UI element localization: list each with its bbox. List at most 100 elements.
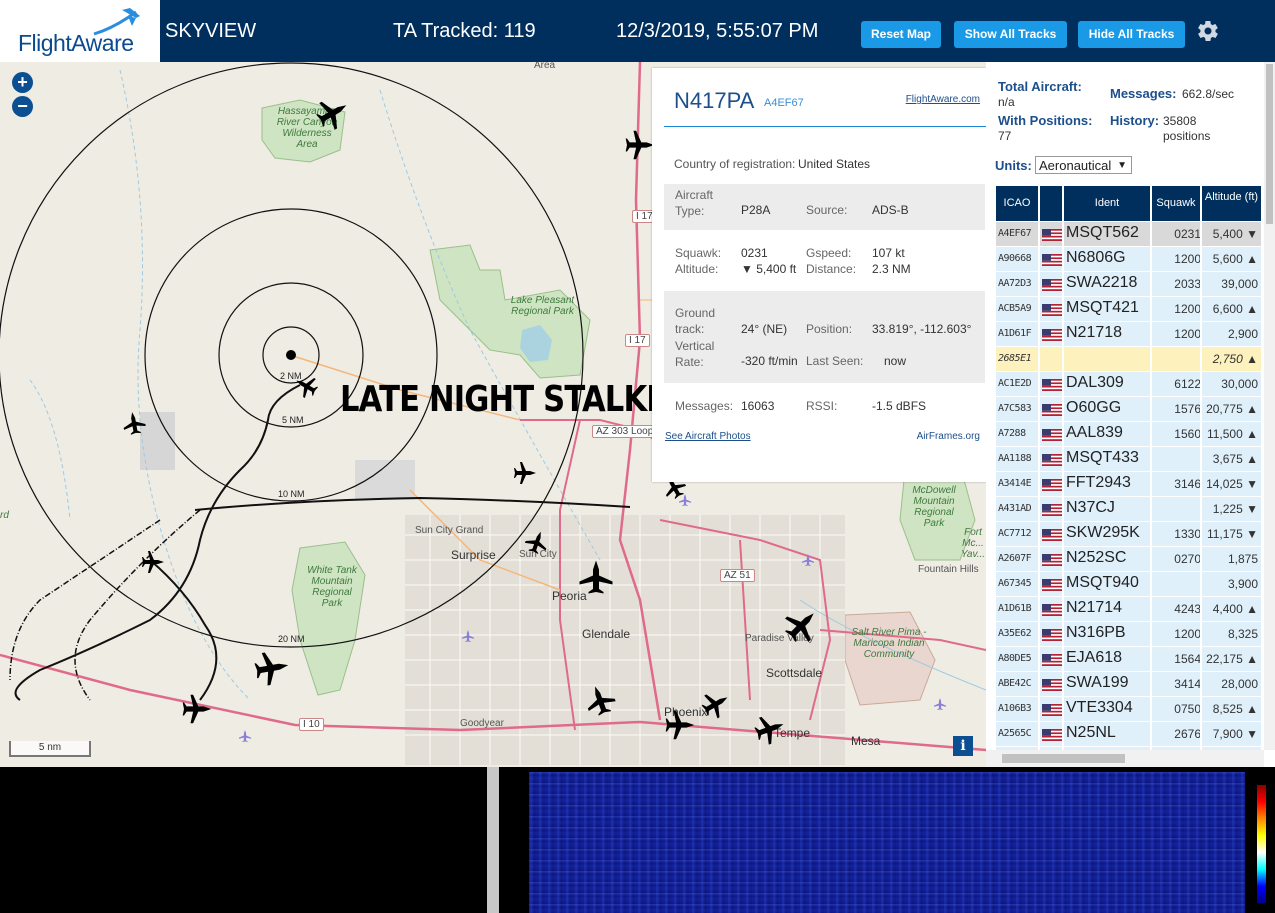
units-label: Units: (995, 158, 1032, 173)
table-row[interactable]: A1D61F N21718 1200 2,900 (996, 322, 1261, 347)
type-band: Aircraft Type: P28A Source: ADS-B (664, 184, 985, 230)
gear-icon[interactable] (1196, 19, 1220, 43)
row-altitude: 11,500 ▲ (1206, 427, 1258, 441)
reset-map-button[interactable]: Reset Map (861, 21, 941, 48)
row-icao: 2685E1 (998, 353, 1032, 364)
row-ident: FFT2943 (1066, 474, 1131, 491)
info-icon[interactable]: i (953, 736, 973, 756)
row-ident: SWA199 (1066, 674, 1129, 691)
row-divider (1038, 297, 1040, 321)
messages-value: 16063 (741, 399, 775, 413)
row-altitude: 2,750 ▲ (1212, 352, 1258, 366)
table-row[interactable]: ACB5A9 MSQT421 1200 6,600 ▲ (996, 297, 1261, 322)
row-divider (1150, 647, 1152, 671)
scroll-thumb[interactable] (1266, 64, 1273, 224)
show-all-tracks-button[interactable]: Show All Tracks (954, 21, 1067, 48)
table-row[interactable]: AC7712 SKW295K 1330 11,175 ▼ (996, 522, 1261, 547)
row-icao: A80DE5 (998, 653, 1032, 664)
map-label-paradise-valley: Paradise Valley (745, 633, 814, 644)
row-divider (1150, 397, 1152, 421)
table-row[interactable]: A67345 MSQT940 3,900 (996, 572, 1261, 597)
table-row[interactable]: ABE42C SWA199 3414 28,000 (996, 672, 1261, 697)
zoom-out-button[interactable]: − (12, 96, 33, 117)
row-divider (1150, 522, 1152, 546)
table-row[interactable]: 2685E1 2,750 ▲ (996, 347, 1261, 372)
map-label-rd: rd (0, 510, 9, 521)
panel-vertical-scrollbar[interactable] (1264, 62, 1275, 750)
row-divider (1062, 622, 1064, 646)
scale-bar: 5 nm (9, 741, 91, 757)
row-divider (1150, 547, 1152, 571)
us-flag-icon (1042, 678, 1062, 691)
ta-tracked-count: TA Tracked: 119 (393, 20, 536, 42)
row-ident: MSQT940 (1066, 574, 1139, 591)
units-select[interactable]: Aeronautical ▼ (1035, 156, 1132, 174)
table-row[interactable]: AC1E2D DAL309 6122 30,000 (996, 372, 1261, 397)
row-icao: AC7712 (998, 528, 1032, 539)
popup-callsign: N417PA (674, 88, 755, 113)
row-squawk: 6122 (1174, 377, 1201, 391)
gspeed-value: 107 kt (872, 246, 905, 260)
us-flag-icon (1042, 453, 1062, 466)
table-row[interactable]: A4EF67 MSQT562 0231 5,400 ▼ (996, 222, 1261, 247)
table-row[interactable]: A431AD N37CJ 1,225 ▼ (996, 497, 1261, 522)
scroll-thumb[interactable] (1002, 754, 1125, 763)
with-positions-value: 77 (998, 129, 1012, 143)
us-flag-icon (1042, 403, 1062, 416)
map-label-fort-mcdowell: Fort Mc... Yav... (960, 527, 986, 560)
row-ident: O60GG (1066, 399, 1122, 416)
row-icao: A4EF67 (998, 228, 1032, 239)
row-divider (1062, 247, 1064, 271)
table-row[interactable]: AA1188 MSQT433 3,675 ▲ (996, 447, 1261, 472)
table-row[interactable]: A90668 N6806G 1200 5,600 ▲ (996, 247, 1261, 272)
row-squawk: 1200 (1174, 627, 1201, 641)
col-altitude[interactable]: Altitude (ft) (1202, 186, 1261, 221)
row-divider (1038, 347, 1040, 371)
table-row[interactable]: A106B3 VTE3304 0750 8,525 ▲ (996, 697, 1261, 722)
row-divider (1038, 722, 1040, 746)
row-ident: AAL839 (1066, 424, 1123, 441)
us-flag-icon (1042, 478, 1062, 491)
row-icao: AA1188 (998, 453, 1032, 464)
row-icao: AC1E2D (998, 378, 1032, 389)
col-icao[interactable]: ICAO (996, 186, 1038, 221)
table-row[interactable]: A80DE5 EJA618 1564 22,175 ▲ (996, 647, 1261, 672)
panel-horizontal-scrollbar[interactable] (986, 750, 1264, 767)
airframes-link[interactable]: AirFrames.org (917, 431, 980, 442)
row-ident: N21714 (1066, 599, 1123, 616)
us-flag-icon (1042, 428, 1062, 441)
flightaware-logo[interactable]: FlightAware (0, 0, 160, 62)
table-row[interactable]: A7C583 O60GG 1576 20,775 ▲ (996, 397, 1261, 422)
table-row[interactable]: A7288 AAL839 1560 11,500 ▲ (996, 422, 1261, 447)
row-altitude: 3,900 (1227, 577, 1258, 591)
flightaware-link[interactable]: FlightAware.com (906, 94, 980, 105)
col-ident[interactable]: Ident (1064, 186, 1150, 221)
row-divider (1150, 722, 1152, 746)
hide-all-tracks-button[interactable]: Hide All Tracks (1078, 21, 1185, 48)
table-row[interactable]: A3414E FFT2943 3146 14,025 ▼ (996, 472, 1261, 497)
history-value: 35808 positions (1163, 114, 1211, 143)
row-divider (1200, 722, 1202, 746)
table-row[interactable]: A1D61B N21714 4243 4,400 ▲ (996, 597, 1261, 622)
row-divider (1150, 422, 1152, 446)
popup-divider (664, 126, 986, 127)
col-squawk[interactable]: Squawk (1152, 186, 1200, 221)
us-flag-icon (1042, 603, 1062, 616)
spectrum-area (0, 767, 1275, 913)
us-flag-icon (1042, 303, 1062, 316)
table-row[interactable]: A2607F N252SC 0270 1,875 (996, 547, 1261, 572)
table-row[interactable]: A2565C N25NL 2676 7,900 ▼ (996, 722, 1261, 747)
table-row[interactable]: AA72D3 SWA2218 2033 39,000 (996, 272, 1261, 297)
map-label-surprise: Surprise (451, 548, 496, 562)
row-squawk: 2676 (1174, 727, 1201, 741)
zoom-in-button[interactable]: + (12, 72, 33, 93)
col-flag[interactable] (1040, 186, 1062, 221)
table-row[interactable]: A35E62 N316PB 1200 8,325 (996, 622, 1261, 647)
row-divider (1062, 697, 1064, 721)
pane-divider[interactable] (487, 767, 499, 913)
map-label-phoenix: Phoenix (664, 705, 708, 719)
squawk-value: 0231 (741, 246, 768, 260)
aircraft-photos-link[interactable]: See Aircraft Photos (665, 431, 751, 442)
ring-label-2nm: 2 NM (280, 371, 302, 381)
row-divider (1150, 497, 1152, 521)
